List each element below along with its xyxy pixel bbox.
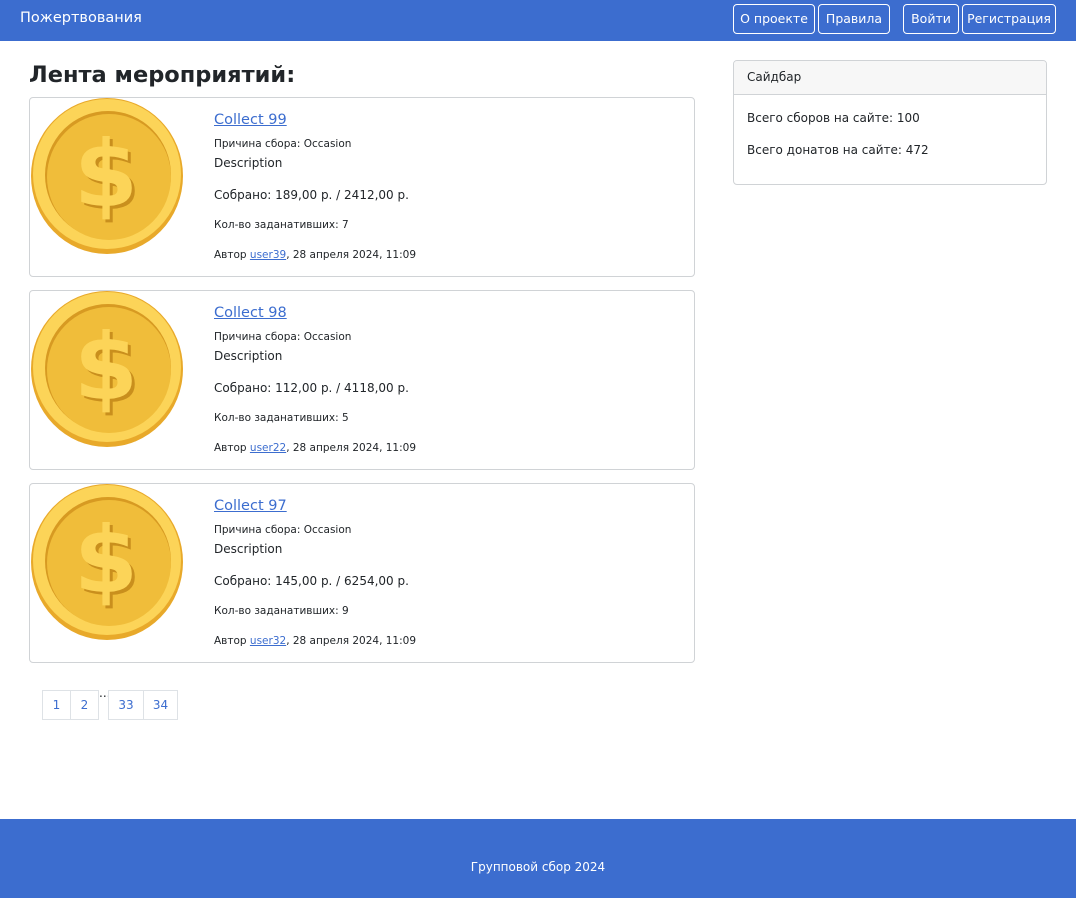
collection-date: , 28 апреля 2024, 11:09 (286, 442, 417, 454)
author-prefix: Автор (214, 249, 250, 261)
total-donations-stat: Всего донатов на сайте: 472 (747, 143, 929, 157)
collection-description: Description (214, 156, 283, 170)
collection-donors-count: Кол-во заданативших: 5 (214, 412, 349, 424)
author-link[interactable]: user22 (250, 442, 286, 454)
brand-link[interactable]: Пожертвования (20, 10, 142, 26)
collection-donors-count: Кол-во заданативших: 7 (214, 219, 349, 231)
navbar: Пожертвования О проекте Правила Войти Ре… (0, 0, 1076, 41)
collection-title-link[interactable]: Collect 99 (214, 112, 287, 128)
collection-card: $ $ Collect 97 Причина сбора: Occasion D… (29, 483, 695, 663)
page-link-1[interactable]: 1 (42, 690, 71, 720)
collection-amount: Собрано: 112,00 р. / 4118,00 р. (214, 381, 409, 395)
svg-text:$: $ (74, 314, 138, 421)
total-collections-stat: Всего сборов на сайте: 100 (747, 111, 920, 125)
page-title: Лента мероприятий: (29, 62, 296, 88)
author-prefix: Автор (214, 442, 250, 454)
login-button[interactable]: Войти (903, 4, 959, 34)
collection-card: $ $ Collect 99 Причина сбора: Occasion D… (29, 97, 695, 277)
page-link-33[interactable]: 33 (108, 690, 144, 720)
collection-date: , 28 апреля 2024, 11:09 (286, 635, 417, 647)
collection-amount: Собрано: 189,00 р. / 2412,00 р. (214, 188, 409, 202)
collection-author-line: Автор user32, 28 апреля 2024, 11:09 (214, 635, 416, 647)
dollar-coin-icon: $ $ (31, 98, 183, 254)
collection-author-line: Автор user22, 28 апреля 2024, 11:09 (214, 442, 416, 454)
collection-reason: Причина сбора: Occasion (214, 331, 352, 343)
svg-text:$: $ (74, 121, 138, 228)
page-link-2[interactable]: 2 (70, 690, 99, 720)
collection-date: , 28 апреля 2024, 11:09 (286, 249, 417, 261)
svg-text:$: $ (74, 507, 138, 614)
collection-title-link[interactable]: Collect 98 (214, 305, 287, 321)
dollar-coin-icon: $ $ (31, 291, 183, 447)
collection-card: $ $ Collect 98 Причина сбора: Occasion D… (29, 290, 695, 470)
collection-reason: Причина сбора: Occasion (214, 524, 352, 536)
collection-author-line: Автор user39, 28 апреля 2024, 11:09 (214, 249, 416, 261)
collection-title-link[interactable]: Collect 97 (214, 498, 287, 514)
collection-reason: Причина сбора: Occasion (214, 138, 352, 150)
sidebar: Сайдбар Всего сборов на сайте: 100 Всего… (733, 60, 1047, 185)
sidebar-title: Сайдбар (734, 61, 1046, 95)
collection-description: Description (214, 542, 283, 556)
collection-donors-count: Кол-во заданативших: 9 (214, 605, 349, 617)
footer: Групповой сбор 2024 (0, 819, 1076, 898)
author-link[interactable]: user32 (250, 635, 286, 647)
rules-button[interactable]: Правила (818, 4, 890, 34)
register-button[interactable]: Регистрация (962, 4, 1056, 34)
about-button[interactable]: О проекте (733, 4, 815, 34)
footer-text: Групповой сбор 2024 (470, 860, 606, 874)
author-prefix: Автор (214, 635, 250, 647)
author-link[interactable]: user39 (250, 249, 286, 261)
collection-amount: Собрано: 145,00 р. / 6254,00 р. (214, 574, 409, 588)
dollar-coin-icon: $ $ (31, 484, 183, 640)
collection-description: Description (214, 349, 283, 363)
page-link-34[interactable]: 34 (143, 690, 178, 720)
